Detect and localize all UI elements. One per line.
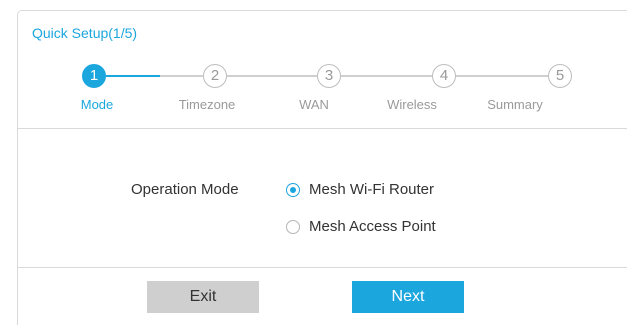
step-3-circle: 3 <box>317 64 341 88</box>
step-connector-3 <box>341 75 432 77</box>
mesh-access-point-label: Mesh Access Point <box>309 218 436 235</box>
operation-mode-label: Operation Mode <box>131 181 239 198</box>
step-connector-1 <box>106 75 160 77</box>
top-divider <box>18 128 627 129</box>
step-4-label: Wireless <box>387 97 437 112</box>
exit-button[interactable]: Exit <box>147 281 259 313</box>
mesh-access-point-radio[interactable] <box>286 219 300 234</box>
mesh-access-point-option[interactable]: Mesh Access Point <box>286 218 436 235</box>
step-4-circle: 4 <box>432 64 456 88</box>
mesh-wifi-router-radio[interactable] <box>286 182 300 197</box>
step-5-circle: 5 <box>548 64 572 88</box>
step-1-circle: 1 <box>82 64 106 88</box>
step-3-label: WAN <box>299 97 329 112</box>
step-1-label: Mode <box>80 97 114 112</box>
bottom-divider <box>18 267 627 268</box>
step-2-circle: 2 <box>203 64 227 88</box>
step-connector-1b <box>160 75 203 77</box>
mesh-wifi-router-label: Mesh Wi-Fi Router <box>309 181 435 198</box>
step-2-label: Timezone <box>178 97 236 112</box>
quick-setup-panel: Quick Setup(1/5) 1 2 3 4 5 Mode Timezone… <box>17 10 627 325</box>
step-connector-2 <box>227 75 317 77</box>
step-5-label: Summary <box>487 97 543 112</box>
step-connector-4 <box>456 75 548 77</box>
mesh-wifi-router-option[interactable]: Mesh Wi-Fi Router <box>286 181 434 198</box>
setup-stepper: 1 2 3 4 5 Mode Timezone WAN Wireless Sum… <box>18 11 627 131</box>
next-button[interactable]: Next <box>352 281 464 313</box>
